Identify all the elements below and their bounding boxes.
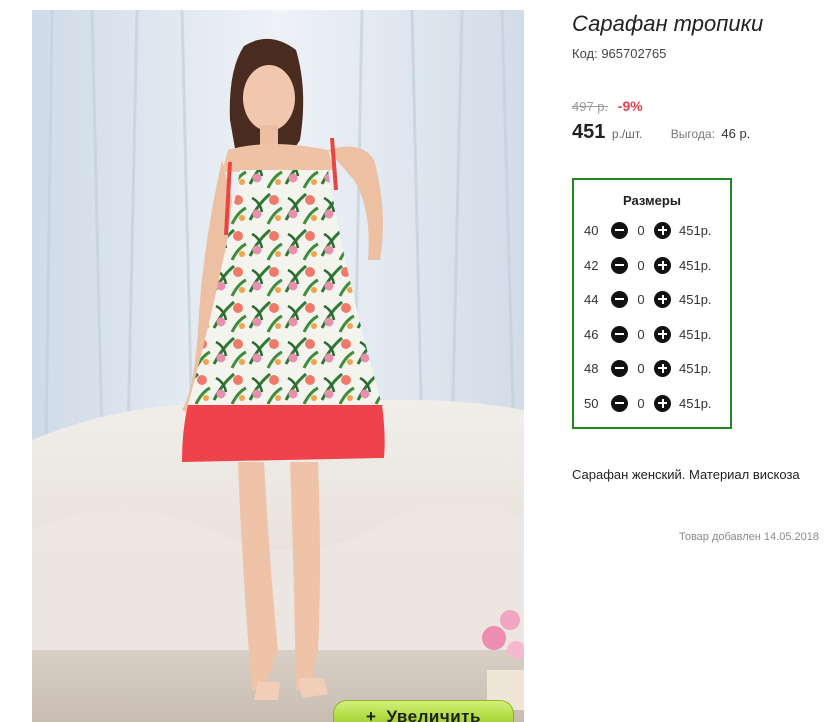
minus-circle-icon[interactable]	[611, 290, 628, 308]
discount-badge: -9%	[617, 98, 643, 114]
plus-icon: +	[366, 707, 377, 722]
product-title: Сарафан тропики	[572, 11, 764, 36]
price-row: 451 р./шт. Выгода: 46 р.	[572, 121, 750, 144]
minus-circle-icon[interactable]	[611, 325, 628, 343]
size-label: 48	[584, 360, 599, 376]
quantity-value: 0	[637, 395, 645, 411]
quantity-value: 0	[637, 291, 645, 307]
zoom-button-label: Увеличить	[386, 707, 481, 722]
size-label: 40	[584, 222, 599, 238]
quantity-value: 0	[637, 360, 645, 376]
size-price: 451р.	[679, 291, 712, 307]
quantity-value: 0	[637, 222, 645, 238]
plus-circle-icon[interactable]	[654, 394, 671, 412]
product-photo[interactable]	[32, 10, 524, 722]
benefit-value: 46 р.	[721, 126, 751, 141]
plus-circle-icon[interactable]	[654, 221, 671, 239]
size-price: 451р.	[679, 222, 712, 238]
product-photo-illustration	[32, 10, 524, 722]
benefit-label: Выгода:	[670, 127, 715, 141]
plus-circle-icon[interactable]	[654, 325, 671, 343]
size-price: 451р.	[679, 395, 712, 411]
product-description: Сарафан женский. Материал вискоза	[572, 467, 800, 482]
sizes-panel: Размеры 40 0 451р. 42 0 451р. 44 0 451р.…	[572, 178, 732, 429]
size-label: 44	[584, 291, 599, 307]
added-date: Товар добавлен 14.05.2018	[678, 531, 819, 543]
size-row: 44 0 451р.	[584, 289, 712, 309]
size-price: 451р.	[679, 257, 712, 273]
plus-circle-icon[interactable]	[654, 290, 671, 308]
price-unit: р./шт.	[611, 127, 643, 141]
quantity-value: 0	[637, 257, 645, 273]
plus-circle-icon[interactable]	[654, 256, 671, 274]
size-row: 40 0 451р.	[584, 220, 712, 240]
product-code: Код: 965702765	[572, 46, 667, 61]
old-price-row: 497 р. -9%	[572, 98, 643, 114]
size-row: 50 0 451р.	[584, 393, 712, 413]
minus-circle-icon[interactable]	[611, 221, 628, 239]
product-page: + Увеличить Сарафан тропики Код: 9657027…	[0, 0, 835, 722]
sizes-title: Размеры	[623, 193, 681, 208]
size-label: 46	[584, 326, 599, 342]
size-label: 42	[584, 257, 599, 273]
minus-circle-icon[interactable]	[611, 359, 628, 377]
plus-circle-icon[interactable]	[654, 359, 671, 377]
current-price: 451	[572, 121, 606, 143]
minus-circle-icon[interactable]	[611, 256, 628, 274]
old-price: 497 р.	[572, 99, 609, 114]
zoom-button[interactable]: + Увеличить	[333, 700, 514, 722]
size-price: 451р.	[679, 360, 712, 376]
size-row: 48 0 451р.	[584, 358, 712, 378]
size-label: 50	[584, 395, 599, 411]
minus-circle-icon[interactable]	[611, 394, 628, 412]
quantity-value: 0	[637, 326, 645, 342]
size-price: 451р.	[679, 326, 712, 342]
size-row: 42 0 451р.	[584, 255, 712, 275]
size-row: 46 0 451р.	[584, 324, 712, 344]
